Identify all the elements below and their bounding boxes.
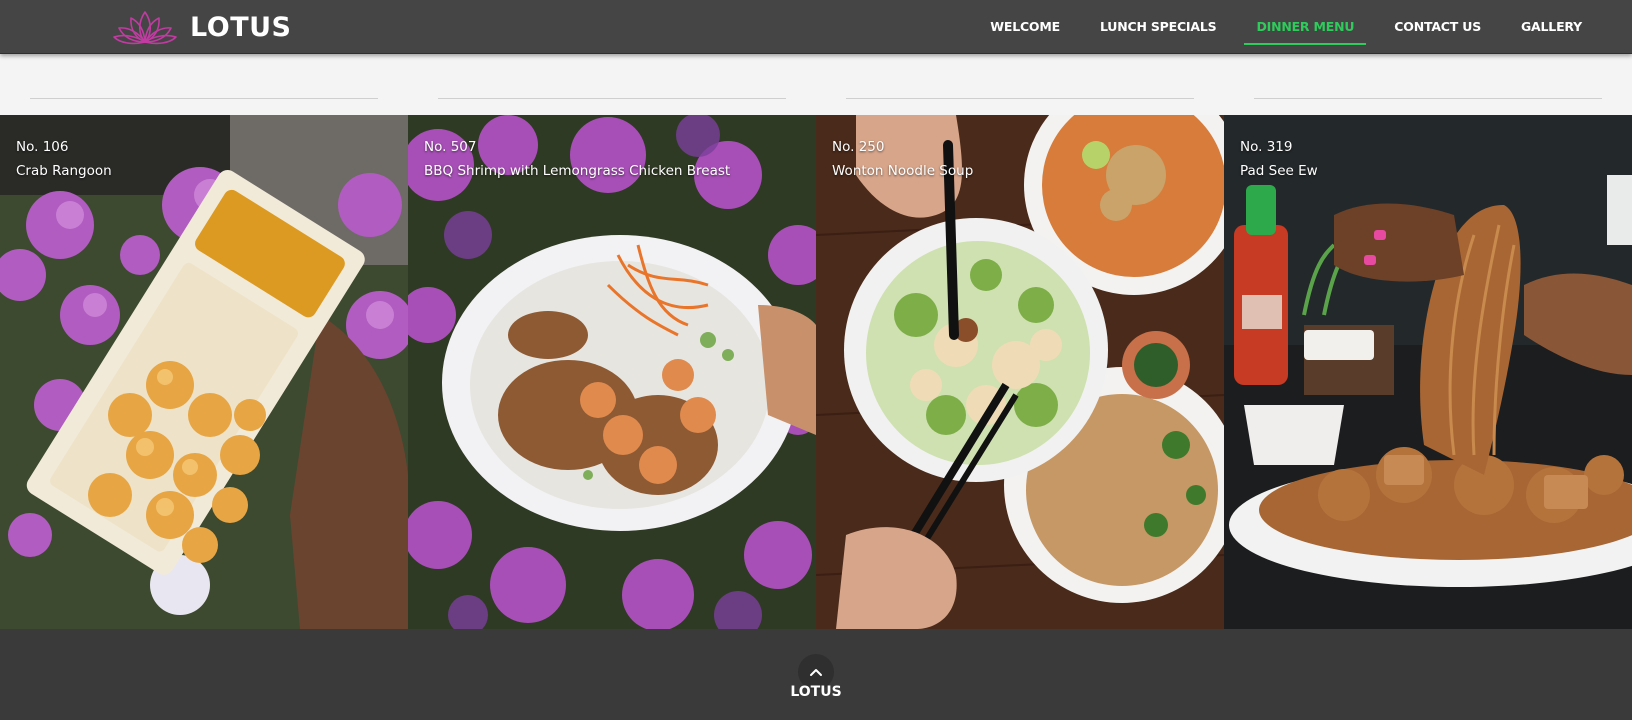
main-nav: WELCOME LUNCH SPECIALS DINNER MENU CONTA… [970, 0, 1602, 54]
dish-gallery: No. 106 Crab Rangoon No. 507 BBQ Shrimp … [0, 115, 1632, 629]
nav-contact-us[interactable]: CONTACT US [1374, 0, 1501, 54]
dish-name: Crab Rangoon [16, 163, 112, 179]
dish-photo [1224, 115, 1632, 629]
divider [438, 98, 786, 99]
divider [30, 98, 378, 99]
divider [846, 98, 1194, 99]
dish-name: BBQ Shrimp with Lemongrass Chicken Breas… [424, 163, 731, 179]
dish-caption: No. 319 Pad See Ew [1240, 135, 1318, 183]
nav-gallery[interactable]: GALLERY [1501, 0, 1602, 54]
footer-brand: LOTUS [790, 684, 842, 700]
dish-caption: No. 250 Wonton Noodle Soup [832, 135, 973, 183]
dish-name: Pad See Ew [1240, 163, 1318, 179]
nav-welcome[interactable]: WELCOME [970, 0, 1080, 54]
dish-caption: No. 507 BBQ Shrimp with Lemongrass Chick… [424, 135, 730, 183]
section-dividers [0, 98, 1632, 100]
divider [1254, 98, 1602, 99]
brand-name: LOTUS [190, 11, 292, 43]
dish-number: No. 250 [832, 139, 885, 155]
dish-number: No. 507 [424, 139, 477, 155]
dish-number: No. 106 [16, 139, 69, 155]
dish-photo [408, 115, 816, 629]
top-navbar: LOTUS WELCOME LUNCH SPECIALS DINNER MENU… [0, 0, 1632, 54]
gallery-tile-crab-rangoon[interactable]: No. 106 Crab Rangoon [0, 115, 408, 629]
nav-lunch-specials[interactable]: LUNCH SPECIALS [1080, 0, 1237, 54]
dish-number: No. 319 [1240, 139, 1293, 155]
dish-photo [0, 115, 408, 629]
dish-photo [816, 115, 1224, 629]
dish-caption: No. 106 Crab Rangoon [16, 135, 112, 183]
gallery-tile-pad-see-ew[interactable]: No. 319 Pad See Ew [1224, 115, 1632, 629]
site-footer: LOTUS [0, 629, 1632, 720]
dish-name: Wonton Noodle Soup [832, 163, 974, 179]
gallery-tile-wonton-noodle-soup[interactable]: No. 250 Wonton Noodle Soup [816, 115, 1224, 629]
brand[interactable]: LOTUS [112, 8, 291, 46]
lotus-logo-icon [113, 11, 177, 45]
gallery-tile-bbq-shrimp[interactable]: No. 507 BBQ Shrimp with Lemongrass Chick… [408, 115, 816, 629]
chevron-up-icon [810, 669, 822, 676]
nav-dinner-menu[interactable]: DINNER MENU [1236, 0, 1374, 54]
